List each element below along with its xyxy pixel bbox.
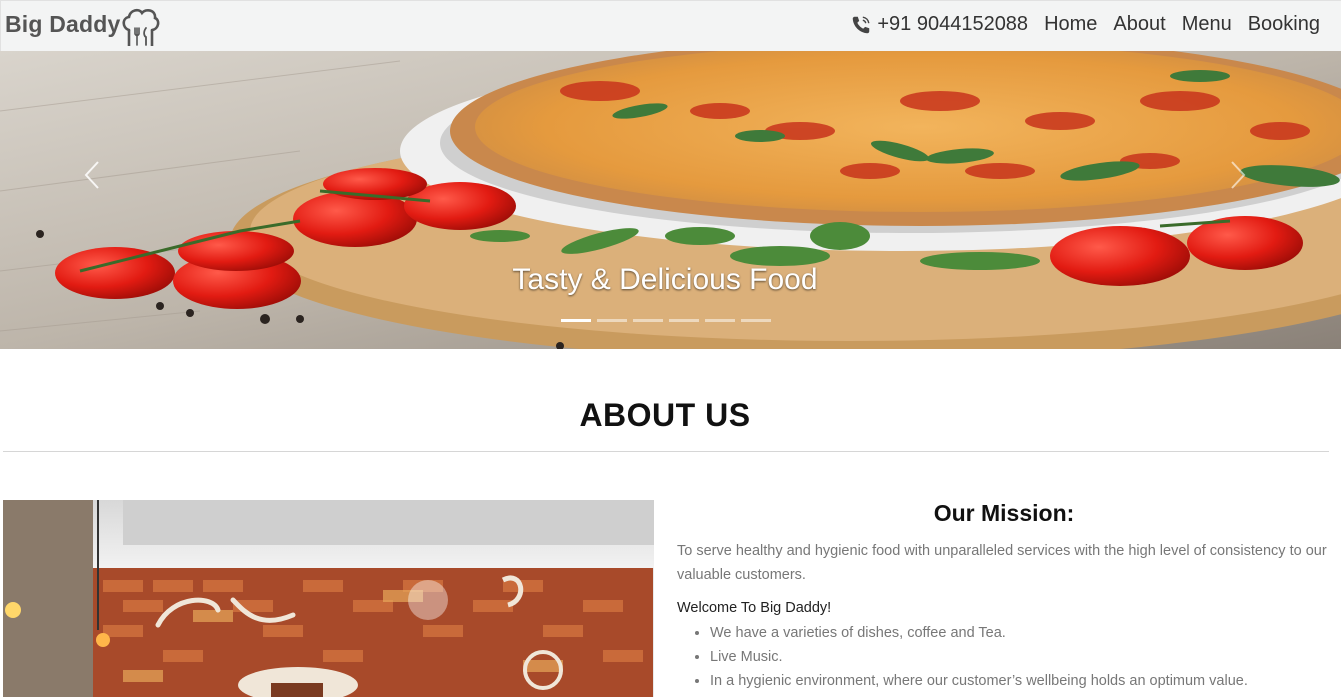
nav-link-home[interactable]: Home [1044,13,1097,36]
brand[interactable]: Big Daddy [5,7,161,48]
navbar: Big Daddy +91 9044152088 Home About Menu… [0,0,1341,51]
welcome-text: Welcome To Big Daddy! [677,600,832,616]
carousel-indicator[interactable] [561,319,591,322]
carousel-indicator[interactable] [741,319,771,322]
phone-number[interactable]: +91 9044152088 [877,13,1028,36]
features-list: We have a varieties of dishes, coffee an… [677,621,1331,693]
carousel-indicator[interactable] [633,319,663,322]
carousel-indicator[interactable] [597,319,627,322]
feature-item: We have a varieties of dishes, coffee an… [710,621,1331,645]
hero-pizza-image [0,51,1341,349]
feature-item: In a hygienic environment, where our cus… [710,669,1331,693]
chevron-left-icon[interactable] [82,160,102,190]
nav-link-menu[interactable]: Menu [1182,13,1232,36]
carousel-indicator[interactable] [669,319,699,322]
brand-name[interactable]: Big Daddy [5,7,121,41]
feature-item: Live Music. [710,645,1331,669]
mission-block: Our Mission: To serve healthy and hygien… [677,498,1331,693]
carousel-indicators [561,319,777,322]
phone-contact[interactable]: +91 9044152088 [850,13,1028,36]
chevron-right-icon[interactable] [1228,160,1248,190]
nav-link-about[interactable]: About [1113,13,1165,36]
nav-link-booking[interactable]: Booking [1248,13,1320,36]
cafe-interior-image [3,500,654,697]
hero-carousel: Tasty & Delicious Food [0,51,1341,349]
mission-text: To serve healthy and hygienic food with … [677,543,1327,583]
chef-hat-cutlery-icon[interactable] [119,6,161,48]
mission-title: Our Mission: [933,500,1075,526]
section-divider [3,451,1329,452]
phone-icon [853,15,870,33]
about-title: ABOUT US [579,397,751,433]
hero-caption: Tasty & Delicious Food [512,263,818,296]
carousel-indicator[interactable] [705,319,735,322]
nav-menu: +91 9044152088 Home About Menu Booking [850,13,1320,36]
